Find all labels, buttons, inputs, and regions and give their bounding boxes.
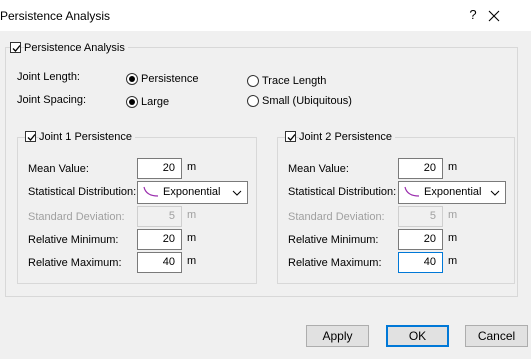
- exponential-distribution-icon: [404, 186, 420, 197]
- joint2-max-unit: m: [448, 255, 458, 267]
- close-icon: [488, 10, 500, 22]
- joint1-dist-label: Statistical Distribution:: [28, 186, 137, 198]
- joint1-min-input[interactable]: 20: [137, 229, 182, 250]
- persistence-analysis-checkbox[interactable]: [10, 42, 21, 53]
- small-ubiquitous-radio[interactable]: [247, 95, 259, 107]
- check-icon: [12, 45, 21, 52]
- joint1-max-label: Relative Maximum:: [28, 257, 122, 269]
- window-title: Persistence Analysis: [0, 9, 111, 23]
- radio-selected-dot: [129, 99, 135, 105]
- chevron-down-icon: [490, 190, 500, 196]
- joint1-dist-value: Exponential: [163, 186, 221, 198]
- joint2-dist-label: Statistical Distribution:: [288, 186, 397, 198]
- close-button[interactable]: [482, 6, 506, 26]
- joint2-std-input: 5: [398, 206, 443, 227]
- joint1-max-input[interactable]: 40: [137, 252, 182, 273]
- joint1-checkbox[interactable]: [25, 131, 36, 142]
- joint2-dist-select[interactable]: Exponential: [398, 181, 506, 204]
- cancel-button[interactable]: Cancel: [465, 325, 528, 347]
- joint1-min-label: Relative Minimum:: [28, 234, 119, 246]
- joint1-dist-select[interactable]: Exponential: [137, 181, 248, 204]
- large-radio-label[interactable]: Large: [141, 96, 169, 108]
- check-icon: [27, 134, 36, 141]
- joint1-std-input: 5: [137, 206, 182, 227]
- small-ubiquitous-radio-label[interactable]: Small (Ubiquitous): [262, 95, 352, 107]
- joint2-min-label: Relative Minimum:: [288, 234, 379, 246]
- joint1-title: Joint 1 Persistence: [39, 131, 135, 143]
- joint2-std-label: Standard Deviation:: [288, 211, 385, 223]
- joint2-max-input[interactable]: 40: [398, 252, 443, 273]
- large-radio[interactable]: [126, 96, 138, 108]
- help-button[interactable]: ?: [463, 7, 483, 25]
- joint2-min-input[interactable]: 20: [398, 229, 443, 250]
- joint2-mean-unit: m: [448, 161, 458, 173]
- joint2-std-unit: m: [448, 209, 458, 221]
- joint-length-label: Joint Length:: [17, 71, 80, 83]
- exponential-distribution-icon: [143, 186, 159, 197]
- joint1-mean-unit: m: [187, 161, 197, 173]
- chevron-down-icon: [232, 190, 242, 196]
- apply-button[interactable]: Apply: [306, 325, 369, 347]
- radio-selected-dot: [129, 76, 135, 82]
- joint1-mean-label: Mean Value:: [28, 163, 89, 175]
- joint2-checkbox[interactable]: [285, 131, 296, 142]
- trace-length-radio-label[interactable]: Trace Length: [262, 75, 326, 87]
- joint1-max-unit: m: [187, 255, 197, 267]
- persistence-analysis-label: Persistence Analysis: [24, 42, 128, 54]
- joint2-min-unit: m: [448, 232, 458, 244]
- joint2-dist-value: Exponential: [424, 186, 482, 198]
- persistence-radio-label[interactable]: Persistence: [141, 73, 198, 85]
- joint1-mean-input[interactable]: 20: [137, 158, 182, 179]
- check-icon: [287, 134, 296, 141]
- joint2-title: Joint 2 Persistence: [299, 131, 395, 143]
- joint2-mean-label: Mean Value:: [288, 163, 349, 175]
- joint-spacing-label: Joint Spacing:: [17, 94, 87, 106]
- joint1-std-label: Standard Deviation:: [28, 211, 125, 223]
- joint2-max-label: Relative Maximum:: [288, 257, 382, 269]
- joint1-min-unit: m: [187, 232, 197, 244]
- ok-button[interactable]: OK: [386, 325, 449, 347]
- joint1-std-unit: m: [187, 209, 197, 221]
- trace-length-radio[interactable]: [247, 75, 259, 87]
- joint2-mean-input[interactable]: 20: [398, 158, 443, 179]
- persistence-radio[interactable]: [126, 73, 138, 85]
